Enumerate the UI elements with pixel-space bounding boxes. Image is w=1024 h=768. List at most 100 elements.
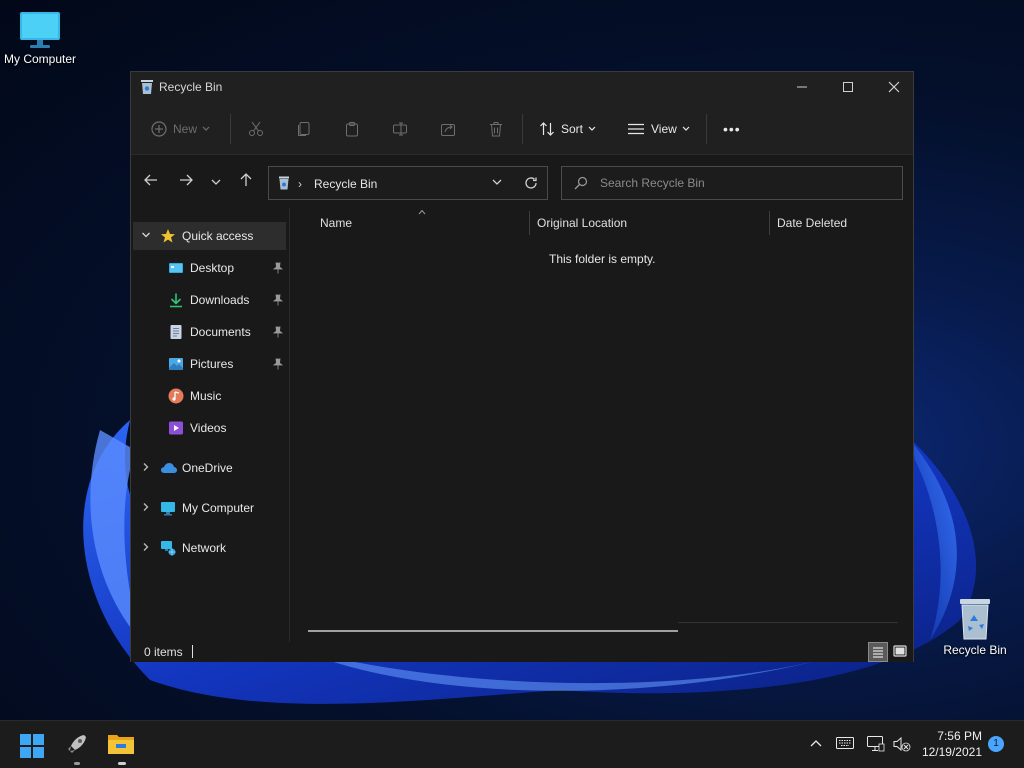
sidebar-item-onedrive[interactable]: OneDrive [133, 454, 286, 482]
plus-circle-icon [151, 121, 167, 137]
clock-time[interactable]: 7:56 PM [918, 729, 982, 743]
pin-icon[interactable] [273, 262, 283, 274]
sidebar-item-label: Music [190, 389, 222, 403]
music-icon [168, 388, 184, 404]
view-button[interactable]: View [627, 112, 690, 146]
sidebar-item-downloads[interactable]: Downloads [133, 286, 286, 314]
start-button[interactable] [20, 734, 44, 761]
new-label: New [173, 122, 198, 136]
navigation-pane: Quick access Desktop Downloads Documents… [131, 208, 289, 642]
notification-badge[interactable]: 1 [988, 736, 1004, 752]
column-header-date-deleted[interactable]: Date Deleted [777, 216, 847, 230]
rename-button[interactable] [392, 112, 408, 146]
delete-button[interactable] [488, 112, 504, 146]
sidebar-item-my-computer[interactable]: My Computer [133, 494, 286, 522]
refresh-icon[interactable] [524, 176, 538, 190]
forward-button[interactable] [178, 172, 194, 191]
arrow-up-icon [240, 173, 252, 186]
sidebar-item-label: Pictures [190, 357, 234, 371]
maximize-icon [843, 82, 853, 92]
search-box[interactable] [561, 166, 903, 200]
rename-icon [393, 122, 407, 136]
maximize-button[interactable] [824, 72, 870, 102]
sidebar-item-label: My Computer [182, 501, 255, 515]
computer-icon [20, 12, 60, 48]
address-bar[interactable]: › Recycle Bin [268, 166, 548, 200]
sort-label: Sort [561, 122, 584, 136]
chevron-right-icon[interactable] [141, 462, 151, 472]
network-icon [161, 541, 176, 556]
desktop-icon-my-computer[interactable]: My Computer [0, 10, 80, 66]
empty-folder-message: This folder is empty. [549, 252, 656, 266]
recycle-bin-icon [279, 176, 289, 190]
sort-button[interactable]: Sort [539, 112, 596, 146]
pin-icon[interactable] [273, 294, 283, 306]
more-options-button[interactable]: ••• [723, 112, 741, 146]
sidebar-item-label: OneDrive [182, 461, 233, 475]
column-header-original-location[interactable]: Original Location [537, 216, 627, 230]
address-history-chevron-icon[interactable] [492, 178, 502, 186]
taskbar-app-file-explorer[interactable] [107, 731, 135, 765]
download-icon [170, 293, 182, 308]
rocket-icon [68, 735, 86, 753]
close-button[interactable] [870, 72, 916, 102]
status-divider [192, 645, 193, 658]
chevron-right-icon[interactable] [141, 542, 151, 552]
breadcrumb-separator: › [298, 177, 302, 191]
status-bar: 0 items [131, 642, 913, 662]
sidebar-item-videos[interactable]: Videos [133, 414, 286, 442]
copy-icon [298, 122, 310, 136]
column-divider[interactable] [769, 211, 770, 235]
column-divider[interactable] [529, 211, 530, 235]
details-view-icon [873, 647, 883, 658]
large-icons-view-icon [893, 645, 907, 657]
pin-icon[interactable] [273, 358, 283, 370]
arrow-right-icon [180, 174, 193, 186]
show-hidden-icons-button[interactable] [809, 737, 823, 751]
paste-button[interactable] [344, 112, 360, 146]
sidebar-item-label: Network [182, 541, 227, 555]
network-monitor-icon [867, 736, 885, 752]
chevron-down-icon [211, 179, 221, 185]
star-icon [161, 229, 175, 243]
toolbar-separator [522, 114, 523, 144]
share-button[interactable] [440, 112, 456, 146]
sidebar-item-documents[interactable]: Documents [133, 318, 286, 346]
sidebar-item-quick-access[interactable]: Quick access [133, 222, 286, 250]
title-bar[interactable]: Recycle Bin [131, 72, 913, 102]
sidebar-item-label: Desktop [190, 261, 235, 275]
sidebar-item-music[interactable]: Music [133, 382, 286, 410]
pin-icon[interactable] [273, 326, 283, 338]
copy-button[interactable] [296, 112, 312, 146]
taskbar-app-rocket[interactable] [64, 731, 90, 765]
windows-logo-icon [20, 734, 44, 758]
up-button[interactable] [238, 172, 254, 191]
back-button[interactable] [143, 172, 159, 191]
volume-button[interactable] [893, 736, 911, 755]
breadcrumb-recycle-bin[interactable]: Recycle Bin [314, 177, 377, 191]
keyboard-button[interactable] [836, 737, 854, 752]
tiles-view-button[interactable] [890, 642, 910, 662]
minimize-button[interactable] [778, 72, 824, 102]
chevron-right-icon[interactable] [141, 502, 151, 512]
search-input[interactable] [600, 174, 890, 192]
horizontal-scrollbar[interactable] [308, 630, 678, 632]
sidebar-item-network[interactable]: Network [133, 534, 286, 562]
chevron-down-icon [588, 126, 596, 131]
clock-date[interactable]: 12/19/2021 [918, 745, 982, 759]
details-view-button[interactable] [868, 642, 888, 662]
picture-icon [169, 358, 183, 370]
folder-icon [108, 735, 134, 754]
chevron-down-icon[interactable] [141, 230, 151, 240]
desktop-icon-recycle-bin[interactable]: Recycle Bin [935, 597, 1015, 657]
sidebar-item-pictures[interactable]: Pictures [133, 350, 286, 378]
recent-locations-button[interactable] [211, 175, 221, 189]
trash-icon [490, 122, 502, 137]
chevron-down-icon [682, 126, 690, 131]
cloud-icon [161, 463, 177, 473]
sidebar-item-desktop[interactable]: Desktop [133, 254, 286, 282]
network-status-button[interactable] [867, 736, 885, 755]
column-header-name[interactable]: Name [320, 216, 352, 230]
new-button[interactable]: New [151, 112, 210, 146]
cut-button[interactable] [248, 112, 264, 146]
